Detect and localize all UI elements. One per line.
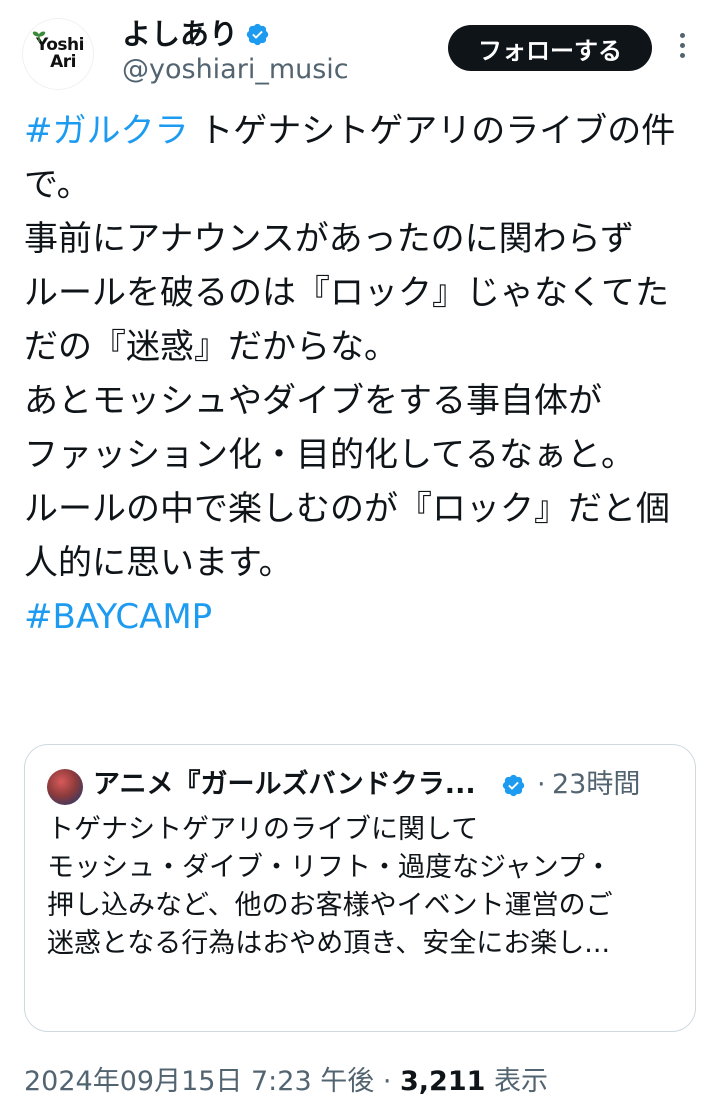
view-count: 3,211 — [399, 1066, 486, 1097]
more-options-icon[interactable] — [674, 30, 690, 66]
separator-dot: · — [537, 769, 546, 800]
tweet-line: だの『迷惑』だからな。 — [24, 327, 398, 367]
author-handle[interactable]: @yoshiari_music — [122, 52, 349, 88]
verified-badge-icon — [502, 774, 525, 797]
hashtag-link[interactable]: #BAYCAMP — [24, 597, 212, 637]
follow-button[interactable]: フォローする — [448, 25, 652, 71]
tweet-text: #ガルクラ トゲナシトゲアリのライブの件 で。 事前にアナウンスがあったのに関わ… — [24, 104, 704, 644]
verified-badge-icon — [246, 23, 269, 46]
tweet-header: Yoshi Ari よしあり @yoshiari_music フォローする — [0, 0, 720, 100]
quoted-author-name: アニメ『ガールズバンドクラ... — [93, 769, 476, 800]
tweet-timestamp[interactable]: 2024年09月15日 7:23 午後 — [24, 1066, 374, 1097]
quoted-author-avatar — [47, 769, 83, 805]
quoted-tweet-card[interactable]: アニメ『ガールズバンドクラ... · 23時間 トゲナシトゲアリのライブに関して… — [24, 744, 696, 1032]
sprout-icon — [32, 31, 46, 42]
author-avatar[interactable]: Yoshi Ari — [22, 18, 94, 90]
tweet-line: で。 — [24, 165, 91, 205]
author-display-name[interactable]: よしあり — [122, 14, 238, 54]
tweet-line: 人的に思います。 — [24, 543, 293, 583]
tweet-line: ファッション化・目的化してるなぁと。 — [24, 435, 635, 475]
tweet-line: ルールの中で楽しむのが『ロック』だと個 — [24, 489, 670, 529]
tweet-line: あとモッシュやダイブをする事自体が — [24, 381, 602, 421]
avatar-text-line2: Ari — [50, 52, 76, 72]
tweet-line: #BAYCAMP — [24, 590, 704, 644]
quoted-tweet-text: トゲナシトゲアリのライブに関して モッシュ・ダイブ・リフト・過度なジャンプ・ 押… — [47, 811, 677, 963]
quoted-line: トゲナシトゲアリのライブに関して — [47, 814, 479, 845]
quoted-line: 迷惑となる行為はおやめ頂き、安全にお楽し... — [47, 928, 611, 959]
views-label: 表示 — [485, 1066, 548, 1097]
quoted-line: 押し込みなど、他のお客様やイベント運営のご — [47, 890, 613, 921]
tweet-meta: 2024年09月15日 7:23 午後 · 3,211 表示 — [24, 1062, 548, 1102]
tweet-line: #ガルクラ トゲナシトゲアリのライブの件 — [24, 111, 676, 151]
tweet-line: 事前にアナウンスがあったのに関わらず — [24, 219, 634, 259]
hashtag-link[interactable]: #ガルクラ — [24, 111, 189, 151]
quoted-tweet-time: 23時間 — [552, 769, 641, 800]
separator-dot: · — [374, 1066, 400, 1097]
tweet-line: ルールを破るのは『ロック』じゃなくてた — [24, 273, 669, 313]
quoted-line: モッシュ・ダイブ・リフト・過度なジャンプ・ — [47, 852, 612, 883]
